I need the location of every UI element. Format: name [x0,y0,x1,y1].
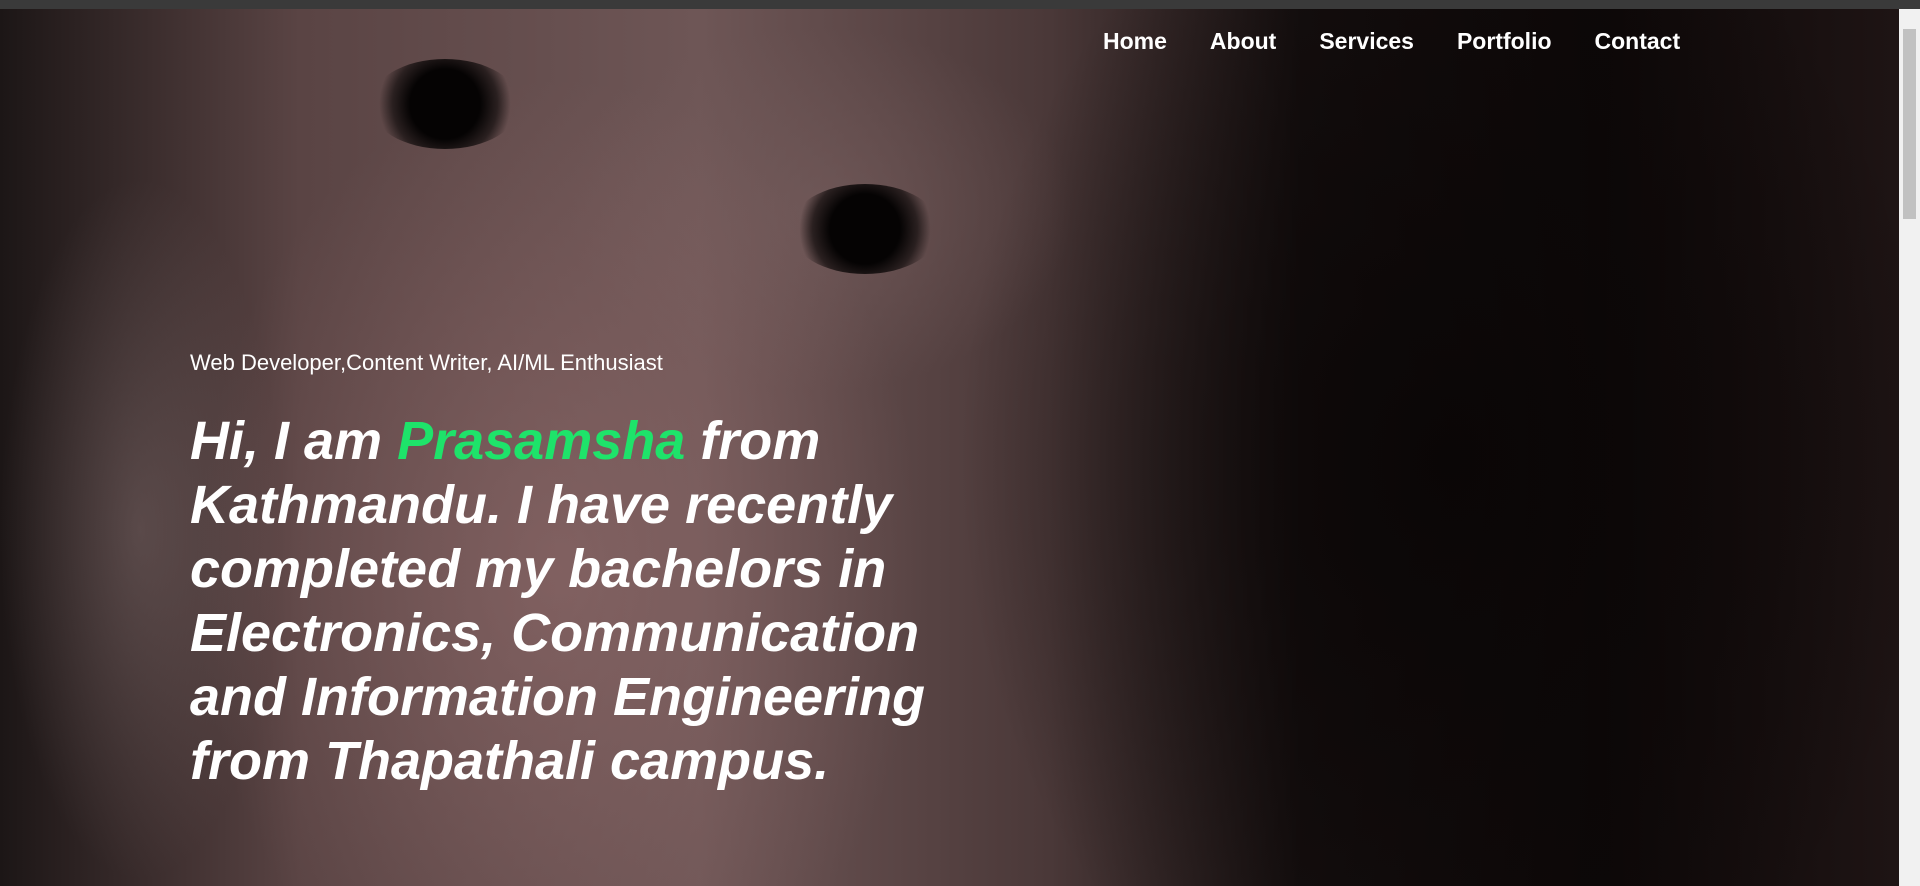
nav-about[interactable]: About [1210,28,1276,55]
browser-top-bar [0,0,1920,9]
hero-section: Home About Services Portfolio Contact We… [0,9,1899,886]
nav-services[interactable]: Services [1319,28,1414,55]
page-scrollbar[interactable] [1899,9,1920,886]
main-nav: Home About Services Portfolio Contact [1103,28,1723,55]
nav-home[interactable]: Home [1103,28,1167,55]
hero-headline: Hi, I am Prasamsha from Kathmandu. I hav… [190,409,970,793]
nav-contact[interactable]: Contact [1595,28,1681,55]
photo-eye-left [370,59,520,149]
scrollbar-thumb[interactable] [1903,29,1916,219]
photo-eye-right [790,184,940,274]
hero-tagline: Web Developer,Content Writer, AI/ML Enth… [190,350,663,375]
nav-portfolio[interactable]: Portfolio [1457,28,1552,55]
headline-intro: Hi, I am [190,411,398,471]
headline-name: Prasamsha [397,411,686,471]
